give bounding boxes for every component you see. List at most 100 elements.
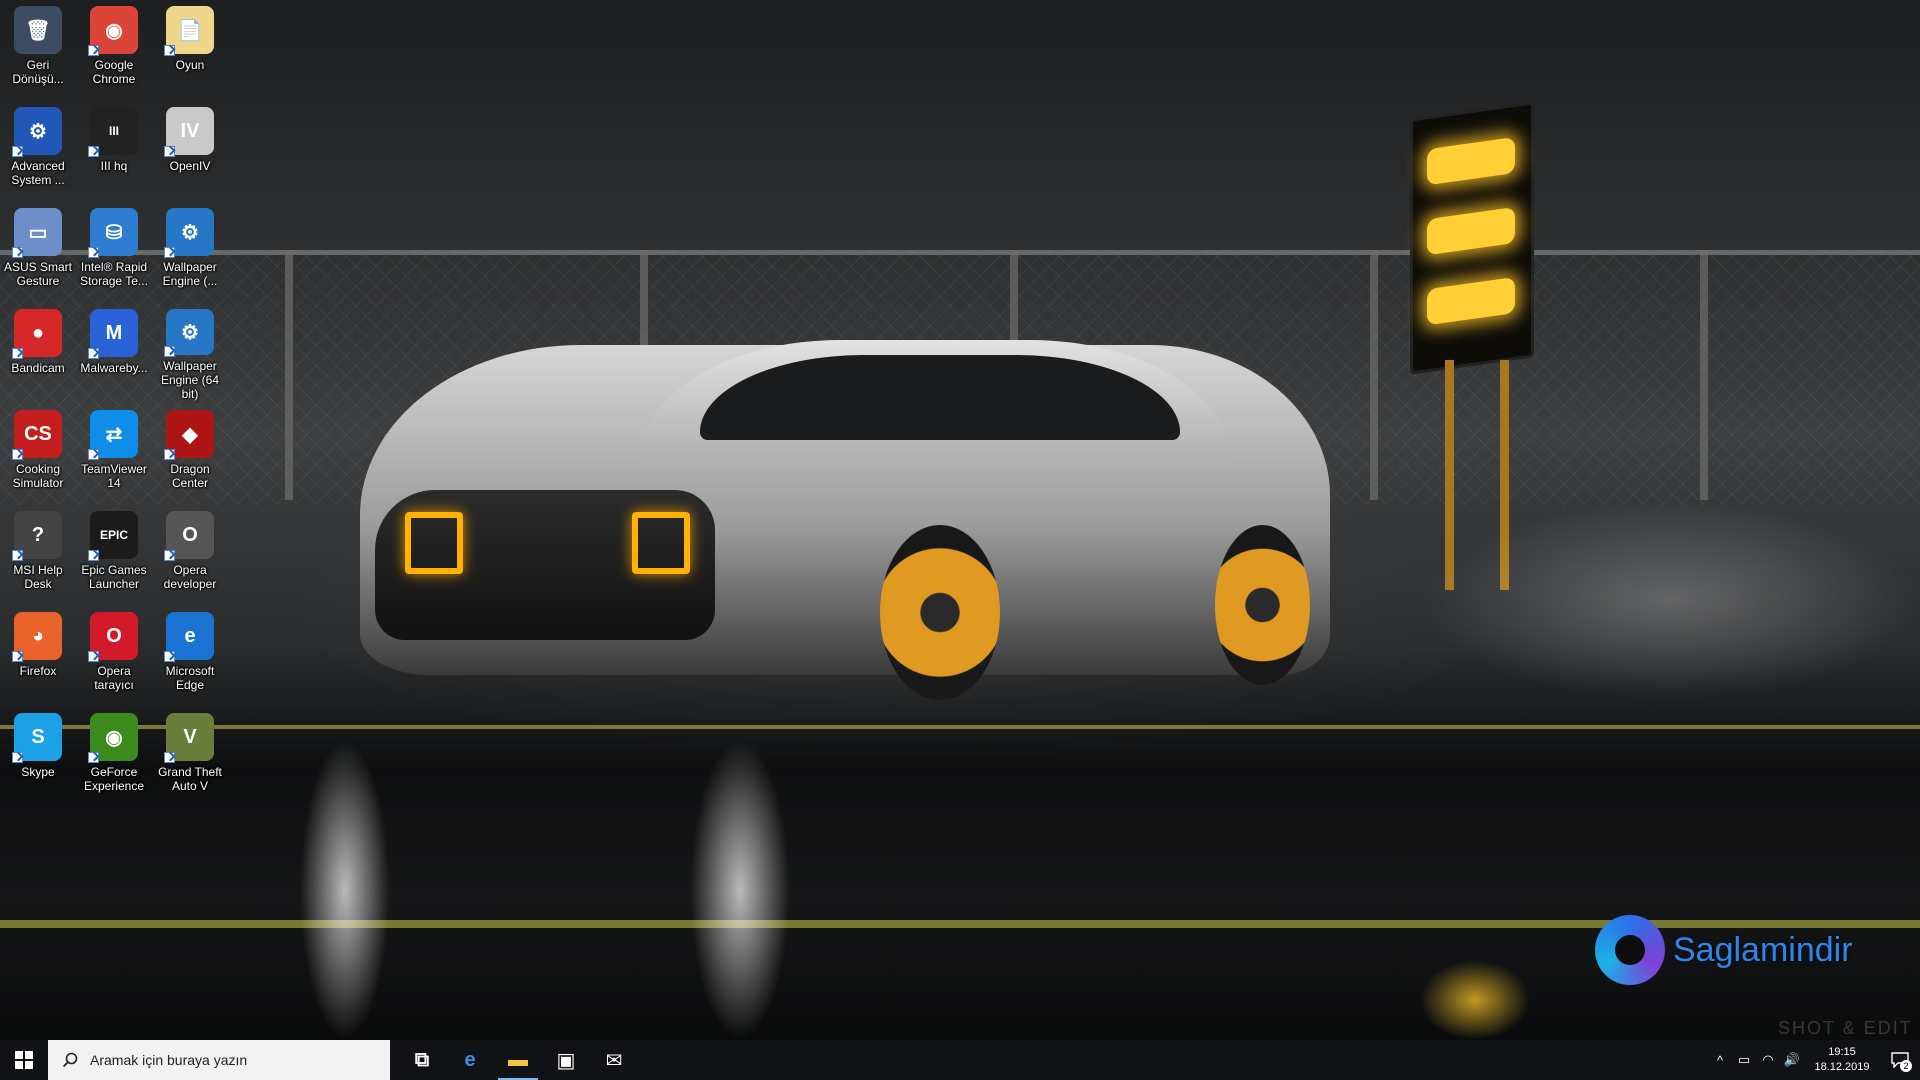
grand-theft-auto-v-icon: V <box>164 713 214 763</box>
icon-wallpaper-engine[interactable]: ⚙ Wallpaper Engine (... <box>152 202 228 300</box>
volume-icon[interactable]: 🔊 <box>1780 1040 1804 1080</box>
dragon-center-icon: ◆ <box>164 410 214 460</box>
wallpaper-engine-64-icon: ⚙ <box>164 309 214 357</box>
wallpaper-car-headlight <box>632 512 690 574</box>
cooking-simulator-icon: CS <box>12 410 62 460</box>
action-center-button[interactable]: 2 <box>1880 1040 1920 1080</box>
desktop-icon-label: Firefox <box>19 664 57 678</box>
icon-iii-hq[interactable]: III III hq <box>76 101 152 199</box>
wallpaper-light-glow <box>1420 500 1920 700</box>
task-view-icon: ⧉ <box>414 1048 430 1071</box>
icon-malwarebytes[interactable]: M Malwareby... <box>76 303 152 401</box>
wallpaper-reflection <box>300 740 390 1040</box>
shortcut-arrow-icon <box>88 449 99 460</box>
icon-intel-rapid-storage[interactable]: ⛁ Intel® Rapid Storage Te... <box>76 202 152 300</box>
epic-games-icon: EPIC <box>88 511 138 561</box>
clock-time: 19:15 <box>1828 1046 1856 1058</box>
icon-opera-developer[interactable]: O Opera developer <box>152 505 228 603</box>
asus-smart-gesture-icon: ▭ <box>12 208 62 258</box>
desktop-icon-label: Bandicam <box>11 361 65 375</box>
desktop-icon-label: MSI Help Desk <box>13 563 63 591</box>
desktop-icon-label: Epic Games Launcher <box>81 563 147 591</box>
shortcut-arrow-icon <box>88 247 99 258</box>
start-button[interactable] <box>0 1040 48 1080</box>
shortcut-arrow-icon <box>12 449 23 460</box>
show-hidden-icons-chevron-icon[interactable]: ^ <box>1708 1040 1732 1080</box>
desktop-icon-label: Google Chrome <box>92 58 136 86</box>
shortcut-arrow-icon <box>88 45 99 56</box>
shortcut-arrow-icon <box>164 45 175 56</box>
icon-teamviewer[interactable]: ⇄ TeamViewer 14 <box>76 404 152 502</box>
shortcut-arrow-icon <box>88 146 99 157</box>
icon-opera[interactable]: O Opera tarayıcı <box>76 606 152 704</box>
icon-epic-games[interactable]: EPIC Epic Games Launcher <box>76 505 152 603</box>
shortcut-arrow-icon <box>12 752 23 763</box>
desktop-icon-label: Wallpaper Engine (... <box>162 260 218 288</box>
icon-microsoft-edge[interactable]: e Microsoft Edge <box>152 606 228 704</box>
desktop-icon-label: Cooking Simulator <box>12 462 64 490</box>
desktop-icon-label: Malwareby... <box>80 361 148 375</box>
shortcut-arrow-icon <box>12 651 23 662</box>
icon-openiv[interactable]: IV OpenIV <box>152 101 228 199</box>
icon-google-chrome[interactable]: ◉ Google Chrome <box>76 0 152 98</box>
google-chrome-icon: ◉ <box>88 6 138 56</box>
icon-wallpaper-engine-64[interactable]: ⚙ Wallpaper Engine (64 bit) <box>152 303 228 401</box>
system-tray: ^ ▭ ◠ 🔊 19:15 18.12.2019 2 <box>1708 1040 1920 1080</box>
shortcut-arrow-icon <box>164 346 175 357</box>
shortcut-arrow-icon <box>88 651 99 662</box>
icon-asus-smart-gesture[interactable]: ▭ ASUS Smart Gesture <box>0 202 76 300</box>
desktop[interactable]: 🗑 Geri Dönüşü... ◉ Google Chrome 📄 Oyun ⚙ Advan… <box>0 0 1920 1040</box>
icon-bandicam[interactable]: ● Bandicam <box>0 303 76 401</box>
bandicam-icon: ● <box>12 309 62 359</box>
search-icon <box>62 1052 78 1068</box>
battery-icon[interactable]: ▭ <box>1732 1040 1756 1080</box>
shortcut-arrow-icon <box>164 247 175 258</box>
firefox-icon: ◕ <box>12 612 62 662</box>
shortcut-arrow-icon <box>88 550 99 561</box>
wifi-icon[interactable]: ◠ <box>1756 1040 1780 1080</box>
taskbar-store[interactable]: ▣ <box>542 1040 590 1080</box>
windows-logo-icon <box>15 1051 33 1069</box>
icon-dragon-center[interactable]: ◆ Dragon Center <box>152 404 228 502</box>
saglamindir-logo-icon <box>1595 915 1665 985</box>
icon-msi-help-desk[interactable]: ? MSI Help Desk <box>0 505 76 603</box>
wallpaper-fence-post <box>285 250 293 500</box>
shortcut-arrow-icon <box>12 146 23 157</box>
shortcut-arrow-icon <box>164 146 175 157</box>
icon-grand-theft-auto-v[interactable]: V Grand Theft Auto V <box>152 707 228 805</box>
icon-recycle-bin[interactable]: 🗑 Geri Dönüşü... <box>0 0 76 98</box>
shot-edit-overlay: SHOT & EDIT <box>1778 1018 1913 1038</box>
taskbar-edge[interactable]: e <box>446 1040 494 1080</box>
icon-cooking-simulator[interactable]: CS Cooking Simulator <box>0 404 76 502</box>
desktop-icon-label: GeForce Experience <box>83 765 145 793</box>
icon-firefox[interactable]: ◕ Firefox <box>0 606 76 704</box>
store-icon: ▣ <box>556 1049 576 1072</box>
icon-oyun[interactable]: 📄 Oyun <box>152 0 228 98</box>
geforce-experience-icon: ◉ <box>88 713 138 763</box>
iii-hq-icon: III <box>88 107 138 157</box>
icon-geforce-experience[interactable]: ◉ GeForce Experience <box>76 707 152 805</box>
mail-icon: ✉ <box>605 1049 623 1072</box>
desktop-icon-label: Skype <box>21 765 55 779</box>
taskbar-mail[interactable]: ✉ <box>590 1040 638 1080</box>
desktop-icon-label: Intel® Rapid Storage Te... <box>80 260 148 288</box>
taskbar-task-view[interactable]: ⧉ <box>398 1040 446 1080</box>
desktop-icon-label: Grand Theft Auto V <box>158 765 222 793</box>
shortcut-arrow-icon <box>164 449 175 460</box>
desktop-icon-label: OpenIV <box>169 159 211 173</box>
desktop-icon-label: Advanced System ... <box>11 159 65 187</box>
icon-advanced-systemcare[interactable]: ⚙ Advanced System ... <box>0 101 76 199</box>
desktop-icon-label: TeamViewer 14 <box>81 462 147 490</box>
taskbar-search-box[interactable]: Aramak için buraya yazın <box>48 1040 390 1080</box>
taskbar-clock[interactable]: 19:15 18.12.2019 <box>1804 1045 1880 1075</box>
wallpaper-road-closed-sign <box>1410 101 1534 375</box>
icon-skype[interactable]: S Skype <box>0 707 76 805</box>
wallpaper-car-wheel <box>1215 525 1310 685</box>
desktop-icon-label: Dragon Center <box>170 462 210 490</box>
file-explorer-icon: ▬ <box>508 1048 528 1071</box>
wallpaper-car-wheel <box>880 525 1000 700</box>
taskbar-file-explorer[interactable]: ▬ <box>494 1040 542 1080</box>
wallpaper-car-headlight <box>405 512 463 574</box>
taskbar-pinned-apps: ⧉ e ▬ ▣ ✉ <box>398 1040 638 1080</box>
openiv-icon: IV <box>164 107 214 157</box>
